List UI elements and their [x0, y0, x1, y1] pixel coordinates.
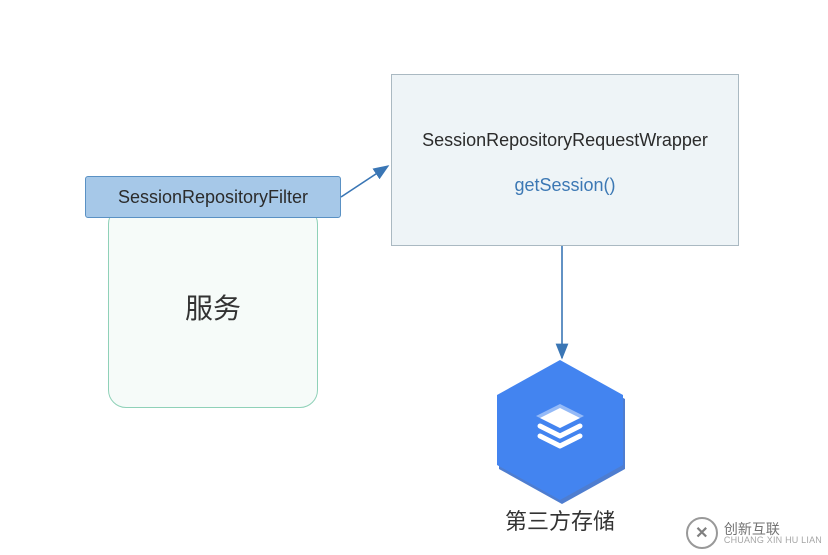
service-label: 服务 [185, 287, 241, 327]
watermark-text: 创新互联 CHUANG XIN HU LIAN [724, 522, 822, 545]
watermark-en: CHUANG XIN HU LIAN [724, 536, 822, 545]
wrapper-title: SessionRepositoryRequestWrapper [422, 130, 708, 151]
hexagon-shape [490, 360, 630, 500]
watermark-logo-icon: ✕ [686, 517, 718, 549]
service-node: 服务 [108, 206, 318, 408]
watermark-cn: 创新互联 [724, 522, 822, 536]
third-party-storage-node: 第三方存储 [475, 360, 645, 530]
watermark: ✕ 创新互联 CHUANG XIN HU LIAN [686, 517, 822, 549]
wrapper-method-label: getSession() [514, 175, 615, 196]
filter-label: SessionRepositoryFilter [118, 187, 308, 208]
database-stack-icon [490, 360, 630, 500]
edge-filter-to-wrapper [341, 166, 388, 197]
storage-label: 第三方存储 [475, 504, 645, 536]
session-repository-filter-node: SessionRepositoryFilter [85, 176, 341, 218]
session-repository-request-wrapper-node: SessionRepositoryRequestWrapper getSessi… [391, 74, 739, 246]
watermark-glyph: ✕ [695, 523, 708, 543]
